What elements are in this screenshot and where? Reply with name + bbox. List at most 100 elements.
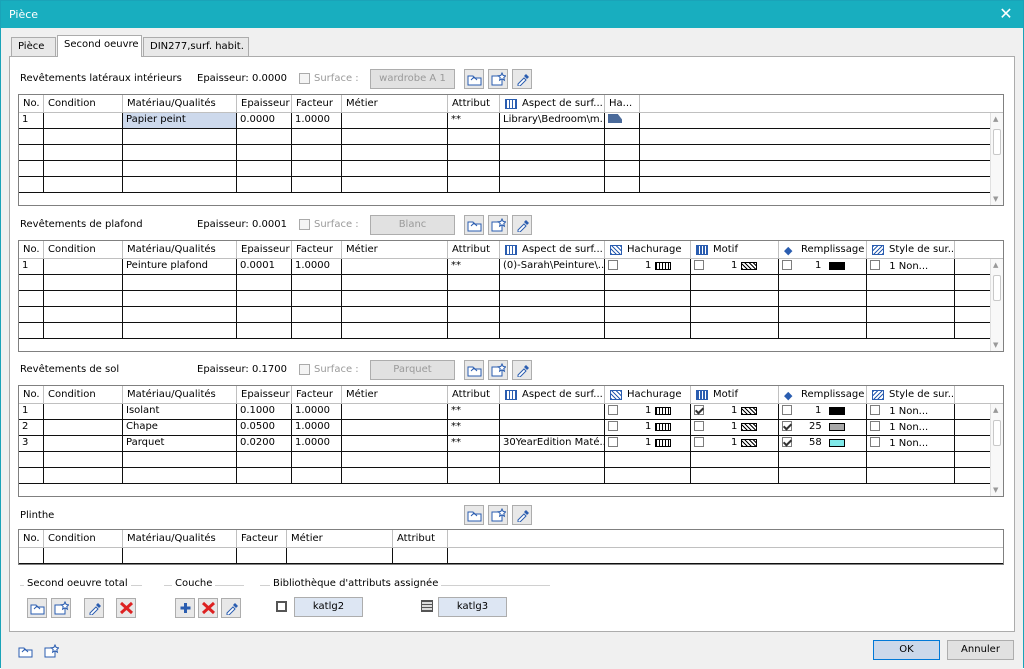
cell-hachurage[interactable]: 1 — [605, 404, 691, 419]
table-row[interactable] — [19, 291, 1003, 307]
tab-second-oeuvre[interactable]: Second oeuvre — [57, 35, 142, 57]
footer-open-button[interactable] — [15, 641, 35, 661]
table-row[interactable] — [19, 275, 1003, 291]
ceiling-surface-checkbox[interactable] — [299, 219, 310, 230]
col-motif[interactable]: Motif — [691, 386, 779, 404]
cell-attribut[interactable]: ** — [448, 436, 500, 451]
col-metier[interactable]: Métier — [342, 95, 448, 113]
ok-button[interactable]: OK — [873, 640, 940, 660]
cell-condition[interactable] — [44, 259, 123, 274]
cell-condition[interactable] — [44, 113, 123, 128]
cell-condition[interactable] — [44, 404, 123, 419]
cell-facteur[interactable]: 1.0000 — [292, 113, 342, 128]
col-epaisseur[interactable]: Epaisseur — [237, 95, 292, 113]
cell-materiau[interactable]: Parquet — [123, 436, 237, 451]
col-style[interactable]: Style de sur... — [867, 241, 955, 259]
cell-facteur[interactable]: 1.0000 — [292, 436, 342, 451]
cell-style[interactable]: 1 Non... — [867, 436, 955, 451]
close-icon[interactable]: ✕ — [995, 4, 1017, 24]
col-facteur[interactable]: Facteur — [292, 95, 342, 113]
remplissage-checkbox[interactable] — [782, 421, 792, 431]
cell-attribut[interactable]: ** — [448, 404, 500, 419]
col-materiau[interactable]: Matériau/Qualités — [123, 530, 237, 548]
col-attribut[interactable]: Attribut — [448, 386, 500, 404]
floor-surface-checkbox[interactable] — [299, 364, 310, 375]
col-hachurage[interactable]: Hachurage — [605, 386, 691, 404]
col-hachurage[interactable]: Hachurage — [605, 241, 691, 259]
cell-metier[interactable] — [342, 420, 448, 435]
footer-save-button[interactable] — [41, 641, 61, 661]
col-aspect[interactable]: Aspect de surf... — [500, 386, 605, 404]
floor-properties-button[interactable] — [512, 360, 532, 380]
style-checkbox[interactable] — [870, 421, 880, 431]
cell-motif[interactable]: 1 — [691, 420, 779, 435]
cell-motif[interactable]: 1 — [691, 436, 779, 451]
ceiling-scrollbar[interactable]: ▲ ▼ — [990, 259, 1003, 351]
motif-checkbox[interactable] — [694, 260, 704, 270]
col-epaisseur[interactable]: Epaisseur — [237, 241, 292, 259]
col-materiau[interactable]: Matériau/Qualités — [123, 241, 237, 259]
layer-add-button[interactable] — [175, 598, 195, 618]
table-row[interactable] — [19, 452, 1003, 468]
cell-epaisseur[interactable]: 0.0001 — [237, 259, 292, 274]
cell-hachurage[interactable]: 1 — [605, 420, 691, 435]
ceiling-open-favorite-button[interactable] — [464, 215, 484, 235]
plinthe-open-favorite-button[interactable] — [464, 505, 484, 525]
remplissage-checkbox[interactable] — [782, 405, 792, 415]
cell-aspect[interactable]: Library\Bedroom\m... — [500, 113, 605, 128]
hachurage-checkbox[interactable] — [608, 421, 618, 431]
cell-epaisseur[interactable]: 0.0500 — [237, 420, 292, 435]
col-remplissage[interactable]: ◆ Remplissage — [779, 241, 867, 259]
walls-properties-button[interactable] — [512, 69, 532, 89]
table-row[interactable]: 1 Peinture plafond 0.0001 1.0000 ** (0)-… — [19, 259, 1003, 275]
cell-remplissage[interactable]: 25 — [779, 420, 867, 435]
col-epaisseur[interactable]: Epaisseur — [237, 386, 292, 404]
ceiling-surface-button[interactable]: Blanc — [370, 215, 455, 235]
style-checkbox[interactable] — [870, 260, 880, 270]
col-attribut[interactable]: Attribut — [448, 95, 500, 113]
cell-facteur[interactable]: 1.0000 — [292, 404, 342, 419]
table-row[interactable] — [19, 307, 1003, 323]
cell-hachurage[interactable]: 1 — [605, 436, 691, 451]
cell-facteur[interactable]: 1.0000 — [292, 259, 342, 274]
motif-checkbox[interactable] — [694, 437, 704, 447]
col-facteur[interactable]: Facteur — [237, 530, 287, 548]
cell-no[interactable]: 2 — [19, 420, 44, 435]
cell-no[interactable]: 1 — [19, 404, 44, 419]
cell-aspect[interactable] — [500, 420, 605, 435]
cell-aspect[interactable]: 30YearEdition Maté... — [500, 436, 605, 451]
table-row[interactable] — [19, 177, 1003, 193]
cell-hachurage[interactable]: 1 — [605, 259, 691, 274]
table-row[interactable] — [19, 323, 1003, 339]
col-attribut[interactable]: Attribut — [448, 241, 500, 259]
table-row[interactable] — [19, 548, 1003, 564]
col-style[interactable]: Style de sur... — [867, 386, 955, 404]
cell-condition[interactable] — [44, 436, 123, 451]
cell-hachurage[interactable] — [605, 113, 640, 128]
walls-open-favorite-button[interactable] — [464, 69, 484, 89]
col-materiau[interactable]: Matériau/Qualités — [123, 95, 237, 113]
col-remplissage[interactable]: ◆ Remplissage — [779, 386, 867, 404]
col-metier[interactable]: Métier — [342, 386, 448, 404]
cell-materiau[interactable]: Papier peint — [123, 113, 237, 128]
floor-save-favorite-button[interactable] — [488, 360, 508, 380]
cell-no[interactable]: 1 — [19, 113, 44, 128]
cell-metier[interactable] — [342, 436, 448, 451]
col-no[interactable]: No. — [19, 530, 44, 548]
col-aspect[interactable]: Aspect de surf... — [500, 95, 605, 113]
cell-attribut[interactable]: ** — [448, 259, 500, 274]
cell-aspect[interactable]: (0)-Sarah\Peinture\... — [500, 259, 605, 274]
layer-properties-button[interactable] — [221, 598, 241, 618]
cell-motif[interactable]: 1 — [691, 404, 779, 419]
remplissage-checkbox[interactable] — [782, 437, 792, 447]
walls-surface-checkbox[interactable] — [299, 73, 310, 84]
hachurage-checkbox[interactable] — [608, 260, 618, 270]
cell-remplissage[interactable]: 1 — [779, 259, 867, 274]
cell-attribut[interactable]: ** — [448, 420, 500, 435]
table-row[interactable] — [19, 468, 1003, 484]
cell-style[interactable]: 1 Non... — [867, 259, 955, 274]
col-no[interactable]: No. — [19, 95, 44, 113]
table-row[interactable] — [19, 161, 1003, 177]
cell-materiau[interactable]: Isolant — [123, 404, 237, 419]
katlg2-button[interactable]: katlg2 — [294, 597, 363, 617]
